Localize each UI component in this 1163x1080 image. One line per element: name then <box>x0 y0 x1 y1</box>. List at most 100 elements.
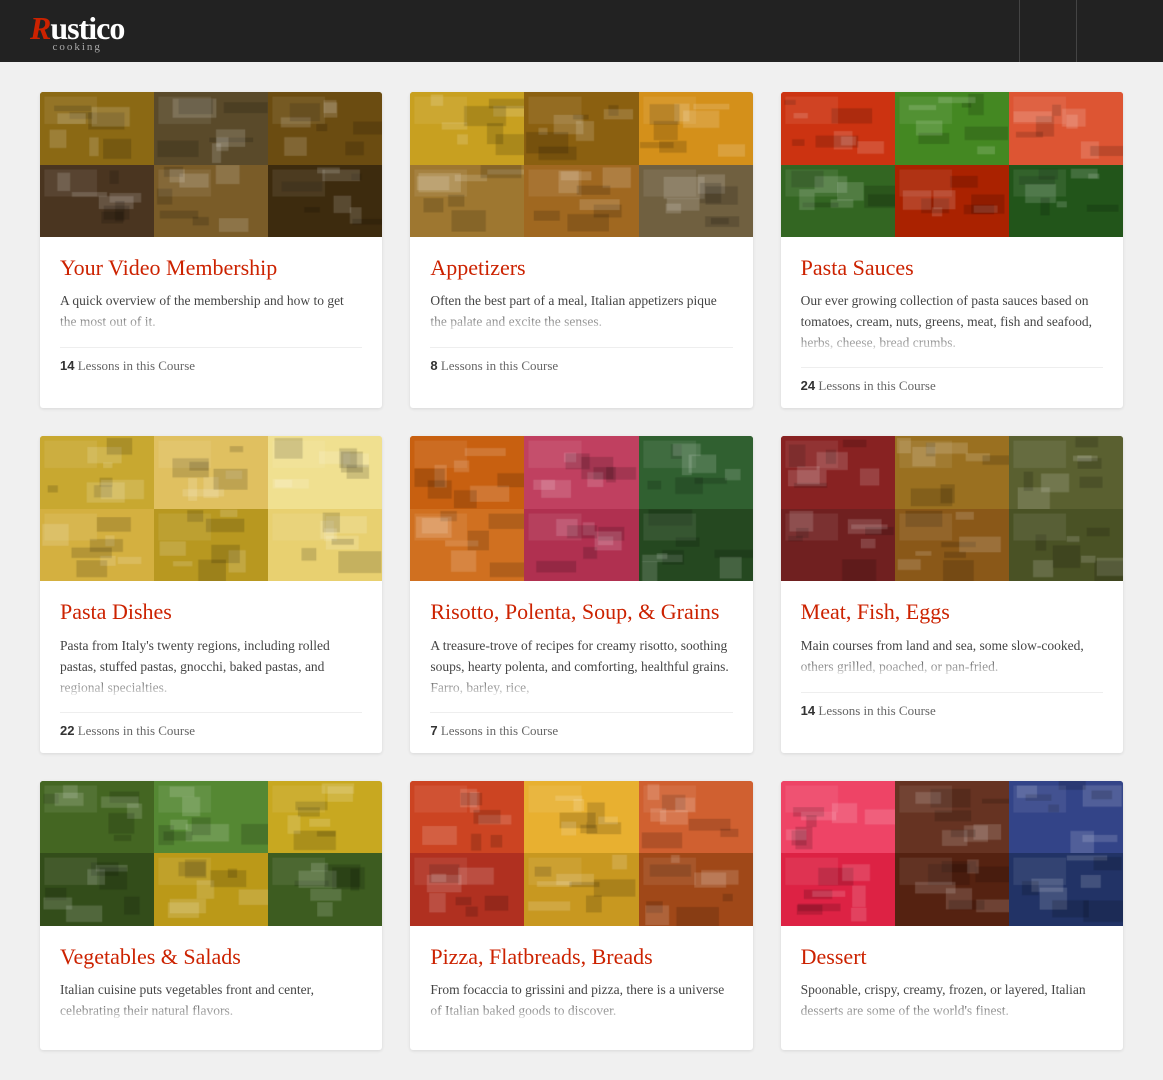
course-title: Pasta Dishes <box>60 599 362 625</box>
main-content: Your Video MembershipA quick overview of… <box>0 62 1163 1080</box>
image-cell-5 <box>268 509 382 582</box>
card-body: Dessert Spoonable, crispy, creamy, frozen… <box>781 926 1123 1050</box>
course-description: A treasure-trove of recipes for creamy r… <box>430 636 732 698</box>
image-cell-3 <box>781 853 895 926</box>
course-description: Main courses from land and sea, some slo… <box>801 636 1103 678</box>
course-card-appetizers[interactable]: Appetizers Often the best part of a meal,… <box>410 92 752 408</box>
courses-grid: Your Video MembershipA quick overview of… <box>40 92 1123 1050</box>
image-cell-4 <box>524 509 638 582</box>
course-card-pasta-sauces[interactable]: Pasta SaucesOur ever growing collection … <box>781 92 1123 408</box>
course-description: Often the best part of a meal, Italian a… <box>430 291 732 333</box>
image-cell-4 <box>895 509 1009 582</box>
card-body: Pizza, Flatbreads, BreadsFrom focaccia t… <box>410 926 752 1050</box>
image-cell-2 <box>639 92 753 165</box>
course-card-risotto-polenta[interactable]: Risotto, Polenta, Soup, & Grains A treasu… <box>410 436 752 752</box>
image-cell-3 <box>410 165 524 238</box>
course-card-pasta-dishes[interactable]: Pasta Dishes Pasta from Italy's twenty re… <box>40 436 382 752</box>
course-image <box>781 92 1123 237</box>
course-card-vegetables-salads[interactable]: Vegetables & Salads Italian cuisine puts … <box>40 781 382 1050</box>
image-cell-2 <box>1009 92 1123 165</box>
card-body: Pasta SaucesOur ever growing collection … <box>781 237 1123 408</box>
image-cell-1 <box>895 781 1009 854</box>
course-lessons: 14 Lessons in this Course <box>801 692 1103 719</box>
image-cell-0 <box>781 781 895 854</box>
image-cell-3 <box>410 509 524 582</box>
image-cell-4 <box>154 509 268 582</box>
image-cell-4 <box>154 165 268 238</box>
image-cell-0 <box>410 781 524 854</box>
course-image <box>781 781 1123 926</box>
course-card-video-membership[interactable]: Your Video MembershipA quick overview of… <box>40 92 382 408</box>
image-cell-4 <box>524 853 638 926</box>
image-cell-0 <box>781 92 895 165</box>
card-body: Appetizers Often the best part of a meal,… <box>410 237 752 388</box>
image-cell-5 <box>639 165 753 238</box>
image-cell-4 <box>895 853 1009 926</box>
course-card-dessert[interactable]: Dessert Spoonable, crispy, creamy, frozen… <box>781 781 1123 1050</box>
image-cell-5 <box>639 509 753 582</box>
course-title: Vegetables & Salads <box>60 944 362 970</box>
image-cell-1 <box>154 92 268 165</box>
course-description: Italian cuisine puts vegetables front an… <box>60 980 362 1022</box>
card-body: Meat, Fish, Eggs Main courses from land a… <box>781 581 1123 732</box>
image-cell-5 <box>1009 509 1123 582</box>
course-lessons: 24 Lessons in this Course <box>801 367 1103 394</box>
image-cell-3 <box>40 165 154 238</box>
header: Rustico cooking <box>0 0 1163 62</box>
course-lessons: 8 Lessons in this Course <box>430 347 732 374</box>
card-body: Your Video MembershipA quick overview of… <box>40 237 382 388</box>
image-cell-1 <box>524 781 638 854</box>
image-cell-0 <box>40 781 154 854</box>
header-nav <box>1019 0 1133 62</box>
course-image <box>40 92 382 237</box>
image-cell-3 <box>40 509 154 582</box>
course-lessons: 7 Lessons in this Course <box>430 712 732 739</box>
image-cell-0 <box>410 436 524 509</box>
image-cell-1 <box>154 436 268 509</box>
course-image <box>410 436 752 581</box>
login-button[interactable] <box>1019 0 1076 62</box>
course-image <box>410 92 752 237</box>
course-image <box>781 436 1123 581</box>
course-image <box>410 781 752 926</box>
course-card-pizza-flatbreads[interactable]: Pizza, Flatbreads, BreadsFrom focaccia t… <box>410 781 752 1050</box>
image-cell-1 <box>524 92 638 165</box>
image-cell-2 <box>268 92 382 165</box>
course-description: Pasta from Italy's twenty regions, inclu… <box>60 636 362 698</box>
image-cell-5 <box>268 853 382 926</box>
image-cell-1 <box>154 781 268 854</box>
course-description: From focaccia to grissini and pizza, the… <box>430 980 732 1022</box>
card-body: Pasta Dishes Pasta from Italy's twenty re… <box>40 581 382 752</box>
card-body: Risotto, Polenta, Soup, & Grains A treasu… <box>410 581 752 752</box>
course-title: Risotto, Polenta, Soup, & Grains <box>430 599 732 625</box>
image-cell-2 <box>639 781 753 854</box>
course-title: Pasta Sauces <box>801 255 1103 281</box>
course-description: A quick overview of the membership and h… <box>60 291 362 333</box>
course-title: Meat, Fish, Eggs <box>801 599 1103 625</box>
image-cell-0 <box>40 92 154 165</box>
course-lessons: 14 Lessons in this Course <box>60 347 362 374</box>
card-body: Vegetables & Salads Italian cuisine puts … <box>40 926 382 1050</box>
image-cell-0 <box>781 436 895 509</box>
image-cell-4 <box>154 853 268 926</box>
image-cell-3 <box>40 853 154 926</box>
image-cell-2 <box>268 781 382 854</box>
signup-button[interactable] <box>1076 0 1133 62</box>
course-lessons: 22 Lessons in this Course <box>60 712 362 739</box>
image-cell-2 <box>639 436 753 509</box>
image-cell-1 <box>895 436 1009 509</box>
logo-r: R <box>30 10 50 46</box>
course-title: Appetizers <box>430 255 732 281</box>
image-cell-2 <box>1009 781 1123 854</box>
logo[interactable]: Rustico cooking <box>30 10 124 53</box>
image-cell-5 <box>268 165 382 238</box>
course-title: Dessert <box>801 944 1103 970</box>
image-cell-0 <box>40 436 154 509</box>
image-cell-2 <box>1009 436 1123 509</box>
image-cell-2 <box>268 436 382 509</box>
image-cell-4 <box>895 165 1009 238</box>
course-description: Spoonable, crispy, creamy, frozen, or la… <box>801 980 1103 1022</box>
course-card-meat-fish-eggs[interactable]: Meat, Fish, Eggs Main courses from land a… <box>781 436 1123 752</box>
image-cell-0 <box>410 92 524 165</box>
image-cell-1 <box>524 436 638 509</box>
